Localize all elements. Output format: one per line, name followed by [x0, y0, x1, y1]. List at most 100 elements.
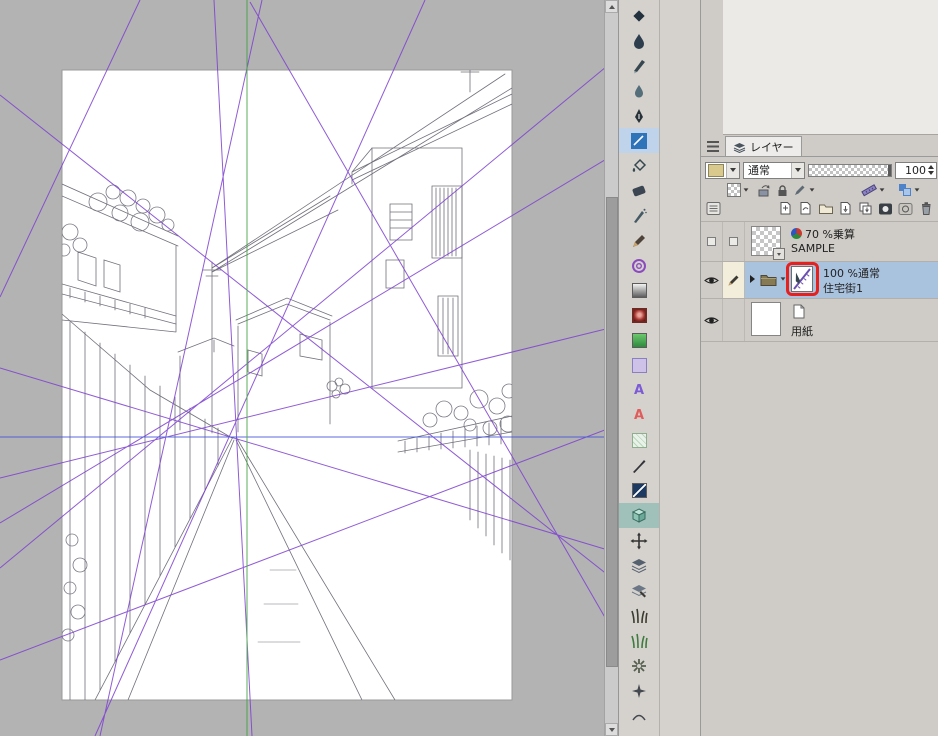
layer-row-jutakugai[interactable]: 100 %通常 住宅街1 — [701, 262, 938, 299]
layer-name[interactable]: 住宅街1 — [823, 280, 863, 296]
tool-eraser[interactable] — [619, 178, 659, 203]
tool-layer-stack[interactable] — [619, 553, 659, 578]
tool-purple-swatch[interactable] — [619, 353, 659, 378]
edit-checkbox[interactable] — [729, 237, 738, 246]
visibility-cell[interactable] — [701, 299, 723, 341]
expand-chevron-icon[interactable] — [750, 275, 755, 283]
empty-palette-area — [723, 0, 938, 135]
tool-gradient-gray[interactable] — [619, 278, 659, 303]
transfer-down-icon — [840, 202, 851, 215]
canvas-vertical-scrollbar — [604, 0, 618, 736]
watercolor-drop-icon — [635, 84, 643, 97]
edit-cell[interactable] — [723, 262, 745, 298]
draft-layer-button[interactable] — [793, 181, 815, 198]
canvas-paper[interactable] — [61, 69, 513, 701]
canvas-area[interactable] — [0, 0, 618, 736]
opacity-stepper[interactable]: 100 — [895, 161, 937, 179]
layer-mask-icon — [879, 203, 892, 214]
ruler-icon — [861, 184, 877, 197]
tool-blend-drop[interactable] — [619, 28, 659, 53]
layer-name[interactable]: SAMPLE — [791, 242, 835, 255]
apply-layer-mask-button[interactable] — [897, 200, 914, 217]
tool-fill-bucket[interactable] — [619, 153, 659, 178]
tool-text-red[interactable]: A — [619, 403, 659, 428]
apply-mask-icon — [898, 202, 913, 215]
navy-swatch-icon — [631, 483, 647, 498]
pen-nib-icon — [635, 108, 643, 123]
eye-icon[interactable] — [704, 315, 719, 326]
layer-thumbnail[interactable] — [751, 226, 785, 260]
red-highlight-annotation — [786, 262, 819, 296]
tool-pen-nib[interactable] — [619, 103, 659, 128]
tool-green-swatch[interactable] — [619, 328, 659, 353]
scrollbar-thumb[interactable] — [606, 197, 618, 667]
new-raster-layer-button[interactable] — [777, 200, 794, 217]
tool-text-purple[interactable]: A — [619, 378, 659, 403]
ruler-settings-button[interactable] — [861, 181, 885, 198]
visibility-checkbox[interactable] — [707, 237, 716, 246]
airbrush-icon — [634, 208, 647, 223]
layer-color-button[interactable] — [897, 181, 920, 198]
opacity-slider[interactable] — [808, 163, 892, 177]
blend-mode-dropdown[interactable]: 通常 — [743, 161, 805, 179]
layer-name[interactable]: 用紙 — [791, 323, 813, 339]
spiral-icon — [632, 258, 646, 273]
palette-display-button[interactable] — [706, 201, 722, 220]
tool-cube-3d[interactable] — [619, 503, 659, 528]
tool-sketch-swatch[interactable] — [619, 428, 659, 453]
gray-gradient-icon — [631, 283, 647, 298]
tool-marker[interactable] — [619, 53, 659, 78]
tool-decoration[interactable] — [619, 253, 659, 278]
eye-icon[interactable] — [704, 275, 719, 286]
stepper-arrows-icon[interactable] — [928, 165, 934, 175]
layer-stack-icon — [631, 558, 647, 573]
tool-move[interactable] — [619, 528, 659, 553]
visibility-cell[interactable] — [701, 262, 723, 298]
new-vector-layer-icon — [800, 202, 811, 215]
canvas-artwork[interactable] — [0, 0, 618, 736]
red-gradient-icon — [631, 308, 647, 323]
tool-operation[interactable] — [619, 3, 659, 28]
visibility-cell[interactable] — [701, 222, 723, 261]
tool-watercolor[interactable] — [619, 78, 659, 103]
edit-cell[interactable] — [723, 299, 745, 341]
new-vector-layer-button[interactable] — [797, 200, 814, 217]
cube-3d-icon — [631, 507, 647, 523]
tool-layer-stack-alt[interactable] — [619, 578, 659, 603]
layer-row-paper[interactable]: 用紙 — [701, 299, 938, 342]
dropdown-arrow-icon[interactable] — [780, 277, 786, 281]
create-layer-mask-button[interactable] — [877, 200, 894, 217]
merge-with-lower-button[interactable] — [857, 200, 874, 217]
tool-airbrush[interactable] — [619, 203, 659, 228]
scroll-down-button[interactable] — [605, 723, 618, 736]
tool-gradient-red[interactable] — [619, 303, 659, 328]
clip-to-layer-below-button[interactable] — [757, 181, 771, 198]
palette-color-dropdown[interactable] — [705, 161, 740, 179]
layer-row-sample[interactable]: 70 %乗算 SAMPLE — [701, 222, 938, 262]
scroll-up-button[interactable] — [605, 0, 618, 13]
tool-sparkle[interactable] — [619, 678, 659, 703]
opacity-slider-handle[interactable] — [888, 164, 891, 176]
tab-layers[interactable]: レイヤー — [725, 136, 802, 157]
tool-grass-dark[interactable] — [619, 603, 659, 628]
right-dock: レイヤー 通常 100 70 %乗算 SAMPLE 100 %通常 住宅街1 用… — [660, 0, 938, 736]
droplet-icon — [634, 33, 644, 49]
tool-partial-bottom[interactable] — [619, 703, 659, 728]
tool-grass-green[interactable] — [619, 628, 659, 653]
padlock-icon — [778, 184, 787, 196]
tool-blue-pen[interactable] — [619, 128, 659, 153]
layer-thumbnail[interactable] — [751, 302, 781, 336]
lock-layer-button[interactable] — [775, 181, 789, 198]
tool-flower[interactable] — [619, 653, 659, 678]
transparent-pixel-lock-button[interactable] — [727, 181, 749, 198]
transfer-to-lower-button[interactable] — [837, 200, 854, 217]
delete-layer-button[interactable] — [917, 200, 934, 217]
palette-menu-button[interactable] — [707, 141, 719, 152]
tool-brush-stroke[interactable] — [619, 453, 659, 478]
tool-pencil[interactable] — [619, 228, 659, 253]
grass-green-icon — [631, 633, 648, 648]
new-folder-button[interactable] — [817, 200, 834, 217]
edit-cell[interactable] — [723, 222, 745, 261]
editing-pencil-icon — [728, 275, 739, 285]
tool-navy-swatch[interactable] — [619, 478, 659, 503]
